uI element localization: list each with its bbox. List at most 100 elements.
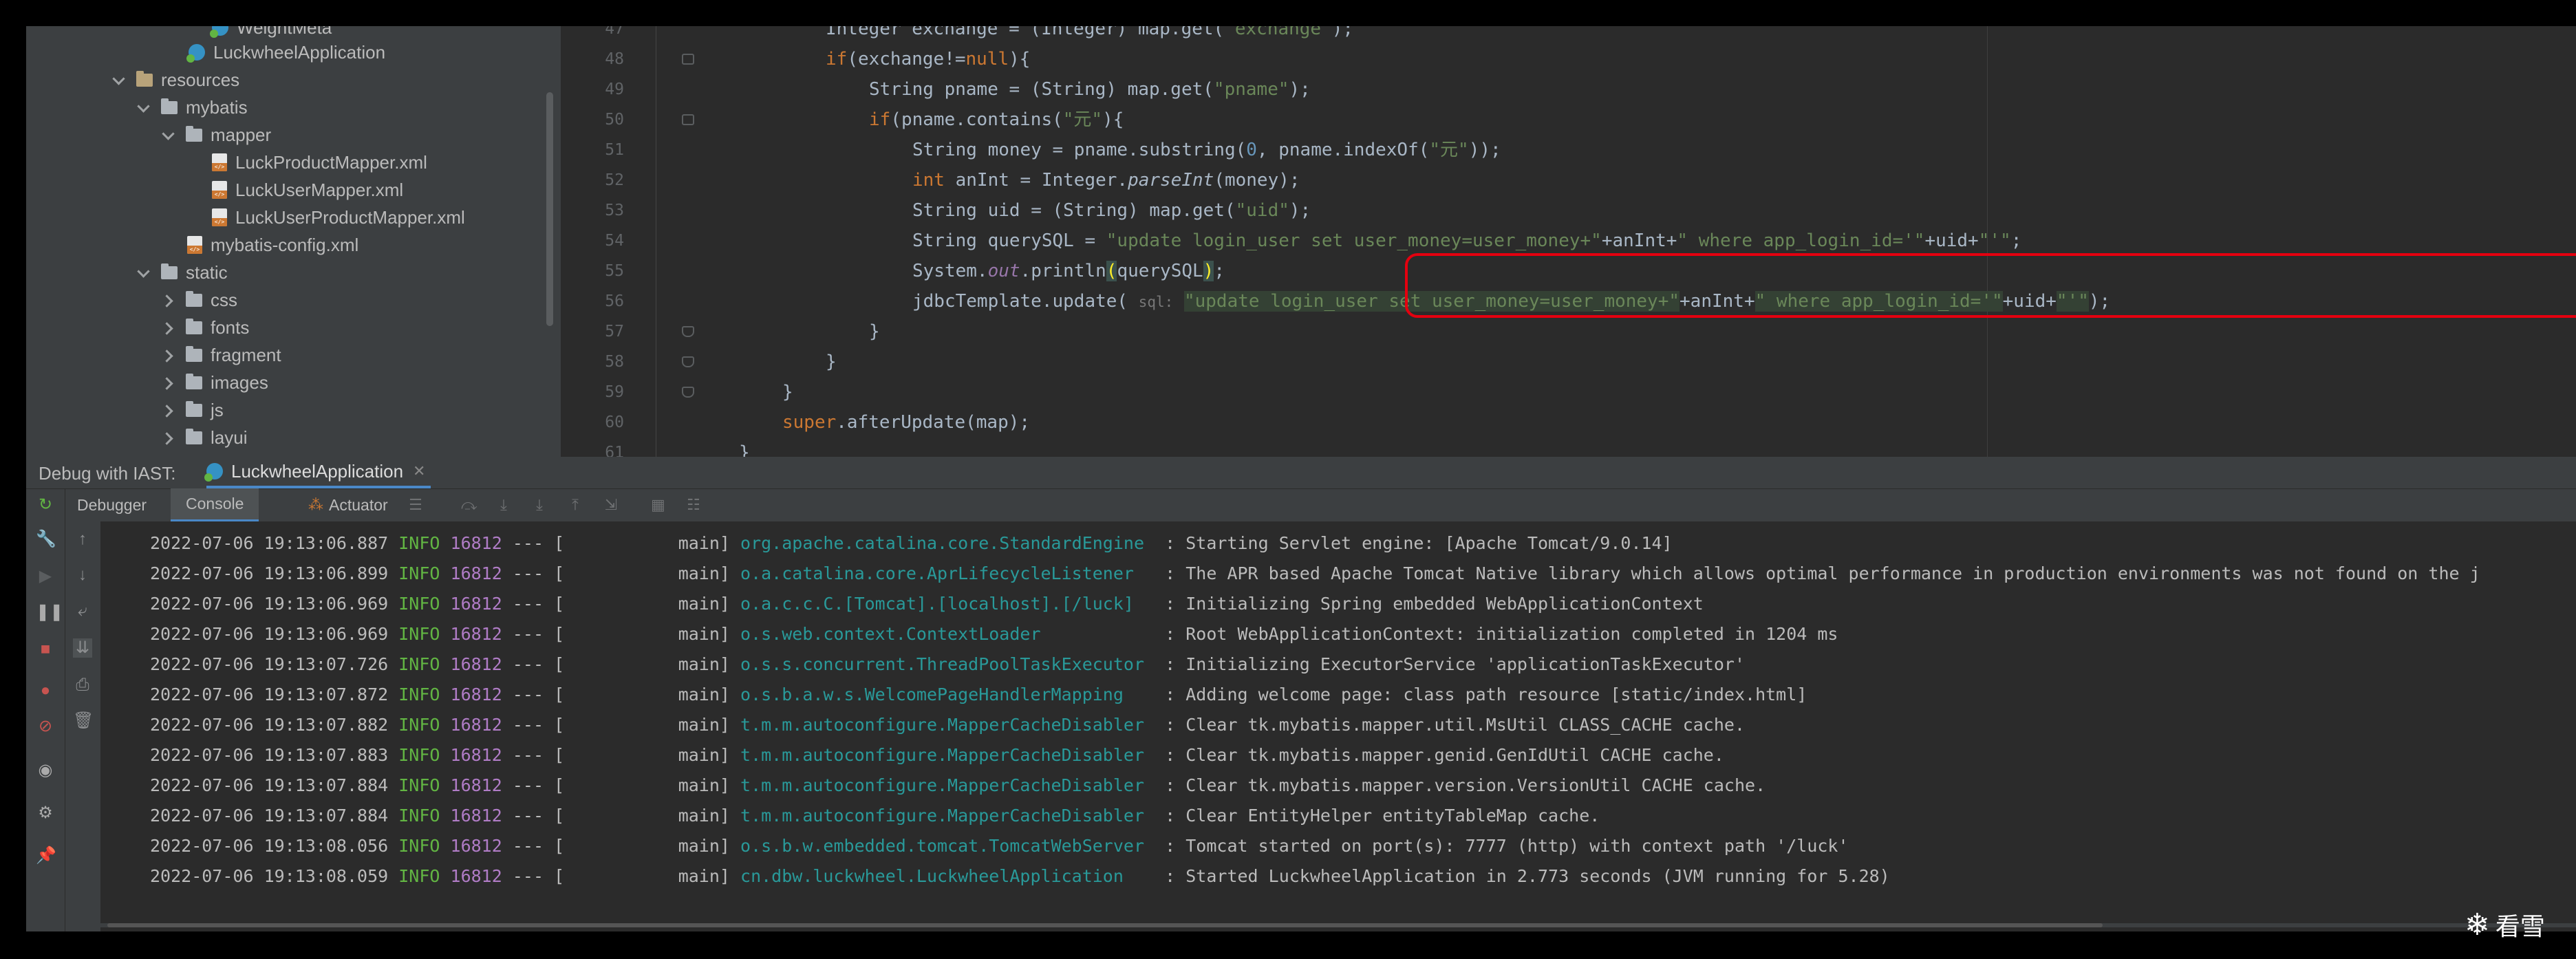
scroll-to-end-icon[interactable]: ⇊ [73, 638, 92, 658]
chevron-right-icon[interactable] [161, 292, 176, 308]
tab-actuator[interactable]: ⁂ Actuator [308, 488, 388, 521]
tree-item-js[interactable]: js [161, 396, 224, 424]
tree-item-mybatis-config[interactable]: mybatis-config.xml [187, 231, 358, 259]
stop-icon[interactable]: ■ [36, 640, 55, 659]
close-icon[interactable]: ✕ [413, 462, 425, 480]
tree-item-luckwheelapplication[interactable]: LuckwheelApplication [186, 39, 385, 66]
evaluate-icon[interactable]: ▦ [651, 497, 665, 513]
force-step-into-icon[interactable]: ⤓ [533, 497, 546, 513]
tree-item-luckuserproductmapper[interactable]: LuckUserProductMapper.xml [212, 204, 465, 231]
fold-marker-icon[interactable] [682, 114, 694, 125]
step-out-icon[interactable]: ⤒ [568, 497, 582, 513]
trace-icon[interactable]: ☷ [687, 497, 700, 513]
print-icon[interactable]: ⎙ [73, 676, 92, 695]
mute-breakpoints-icon[interactable]: ⊘ [36, 717, 55, 736]
debug-left-toolbar: ↻ 🔧 ▶ ❚❚ ■ ● ⊘ ◉ ⚙ 📌 [26, 488, 65, 931]
chevron-right-icon[interactable] [161, 347, 176, 363]
step-over-icon[interactable]: ⤼ [461, 497, 477, 513]
log-separator: --- [512, 685, 544, 704]
spring-boot-class-icon [186, 44, 205, 63]
line-number: 52 [605, 171, 624, 189]
tree-item-mybatis[interactable]: mybatis [136, 94, 248, 121]
code-line: 58 } [561, 347, 2576, 377]
folder-icon [186, 345, 202, 362]
code-text: String querySQL = "update login_user set… [912, 230, 2022, 251]
wrench-icon[interactable]: 🔧 [36, 530, 56, 549]
log-row: 2022-07-06 19:13:07.884 INFO 16812 --- [… [150, 771, 1765, 801]
pin-icon[interactable]: 📌 [36, 846, 56, 865]
chevron-right-icon[interactable] [161, 320, 176, 335]
tree-item-fragment[interactable]: fragment [161, 341, 281, 369]
code-text: if(exchange!=null){ [826, 49, 1031, 69]
log-logger[interactable]: o.s.b.w.embedded.tomcat.TomcatWebServer [740, 836, 1155, 856]
trash-icon[interactable]: 🗑 [73, 711, 94, 731]
log-logger[interactable]: o.s.b.a.w.s.WelcomePageHandlerMapping [740, 685, 1155, 704]
log-thread: [ main] [554, 745, 730, 765]
arrow-up-icon[interactable]: ↑ [73, 530, 92, 549]
log-pid: 16812 [450, 624, 502, 644]
log-logger[interactable]: cn.dbw.luckwheel.LuckwheelApplication [740, 866, 1155, 886]
chevron-right-icon[interactable] [161, 402, 176, 418]
log-logger[interactable]: o.a.catalina.core.AprLifecycleListener [740, 563, 1155, 583]
camera-icon[interactable]: ◉ [36, 761, 55, 780]
line-number: 56 [605, 292, 624, 310]
settings-gear-icon[interactable]: ⚙ [36, 804, 55, 823]
console-horizontal-scrollbar[interactable] [100, 923, 2576, 927]
view-breakpoints-icon[interactable]: ● [36, 681, 55, 700]
tree-item-fonts[interactable]: fonts [161, 314, 249, 341]
tree-item-mapper[interactable]: mapper [161, 121, 271, 149]
line-number: 50 [605, 111, 624, 129]
rerun-icon[interactable]: ↻ [36, 495, 55, 515]
step-into-icon[interactable]: ⤓ [497, 497, 511, 513]
tree-item-luckproductmapper[interactable]: LuckProductMapper.xml [212, 149, 427, 176]
fold-marker-icon[interactable] [682, 326, 694, 337]
log-logger[interactable]: t.m.m.autoconfigure.MapperCacheDisabler [740, 745, 1155, 765]
run-to-cursor-icon[interactable]: ⇲ [604, 497, 618, 513]
tree-item-css[interactable]: css [161, 286, 237, 314]
console-output[interactable]: 2022-07-06 19:13:06.887 INFO 16812 --- [… [100, 521, 2576, 931]
soft-wrap-icon[interactable]: ⤶ [73, 601, 92, 621]
tree-item-luckusermapper[interactable]: LuckUserMapper.xml [212, 176, 403, 204]
pause-icon[interactable]: ❚❚ [36, 603, 63, 622]
log-row: 2022-07-06 19:13:08.056 INFO 16812 --- [… [150, 831, 1849, 861]
xml-file-icon [212, 181, 227, 199]
arrow-down-icon[interactable]: ↓ [73, 565, 92, 585]
chevron-down-icon[interactable] [161, 127, 176, 142]
log-logger[interactable]: t.m.m.autoconfigure.MapperCacheDisabler [740, 715, 1155, 735]
log-thread: [ main] [554, 775, 730, 795]
list-icon[interactable]: ☰ [409, 497, 422, 513]
tree-item-label: LuckUserMapper.xml [235, 179, 404, 200]
folder-icon [186, 400, 202, 417]
chevron-right-icon[interactable] [161, 375, 176, 390]
tree-item-images[interactable]: images [161, 369, 268, 396]
chevron-right-icon[interactable] [161, 430, 176, 445]
code-line: 51 String money = pname.substring(0, pna… [561, 135, 2576, 165]
log-timestamp: 2022-07-06 19:13:06.969 [150, 594, 389, 614]
fold-marker-icon[interactable] [682, 387, 694, 398]
tab-debugger[interactable]: Debugger [65, 488, 159, 521]
tree-scrollbar[interactable] [546, 92, 553, 326]
code-editor[interactable]: 47 Integer exchange = (Integer) map.get(… [561, 26, 2576, 457]
tab-console[interactable]: Console [171, 488, 259, 521]
tree-item-resources[interactable]: resources [111, 66, 239, 94]
chevron-down-icon[interactable] [136, 100, 151, 115]
fold-marker-icon[interactable] [682, 54, 694, 65]
code-text: } [739, 442, 750, 457]
log-logger[interactable]: o.s.s.concurrent.ThreadPoolTaskExecutor [740, 654, 1155, 674]
log-logger[interactable]: t.m.m.autoconfigure.MapperCacheDisabler [740, 775, 1155, 795]
run-config-tab[interactable]: LuckwheelApplication ✕ [204, 457, 431, 488]
log-logger[interactable]: org.apache.catalina.core.StandardEngine [740, 533, 1155, 553]
chevron-down-icon[interactable] [136, 265, 151, 280]
chevron-down-icon[interactable] [111, 72, 127, 87]
log-logger[interactable]: t.m.m.autoconfigure.MapperCacheDisabler [740, 806, 1155, 826]
tree-item-layui[interactable]: layui [161, 424, 247, 451]
fold-marker-icon[interactable] [682, 356, 694, 367]
log-logger[interactable]: o.a.c.c.C.[Tomcat].[localhost].[/luck] [740, 594, 1155, 614]
tree-item-static[interactable]: static [136, 259, 228, 286]
line-number: 48 [605, 50, 624, 68]
line-number: 55 [605, 262, 624, 280]
tree-item-label: LuckUserProductMapper.xml [235, 206, 465, 228]
log-logger[interactable]: o.s.web.context.ContextLoader [740, 624, 1155, 644]
code-line: 54 String querySQL = "update login_user … [561, 226, 2576, 256]
resume-icon[interactable]: ▶ [36, 567, 55, 586]
